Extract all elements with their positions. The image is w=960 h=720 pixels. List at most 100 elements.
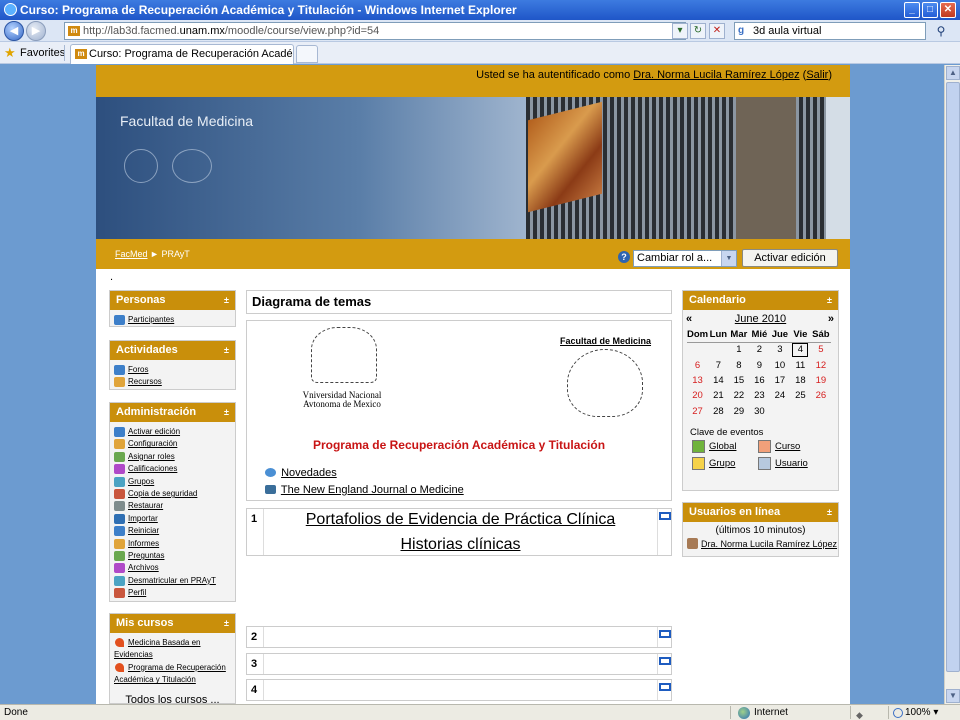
personas-item-link[interactable]: Participantes [128, 315, 174, 324]
calendar-day[interactable]: 17 [770, 373, 791, 388]
edit-mode-button[interactable]: Activar edición [742, 249, 838, 267]
calendar-day[interactable]: 25 [790, 388, 811, 403]
event-key-link[interactable]: Grupo [709, 458, 735, 469]
calendar-day-today[interactable]: 4 [790, 342, 811, 357]
actividades-item-link[interactable]: Recursos [128, 377, 162, 386]
all-courses-link[interactable]: Todos los cursos ... [125, 694, 219, 704]
search-icon[interactable]: ⚲ [930, 23, 952, 39]
security-zone[interactable]: Internet [738, 705, 788, 720]
calendar-day[interactable]: 16 [749, 373, 770, 388]
calendar-day[interactable]: 22 [729, 388, 750, 403]
collapse-icon[interactable]: ± [224, 614, 229, 633]
online-user-link[interactable]: Dra. Norma Lucila Ramírez López [701, 539, 837, 549]
calendar-day[interactable]: 15 [729, 373, 750, 388]
next-month-button[interactable]: » [828, 313, 834, 325]
collapse-icon[interactable]: ± [827, 291, 832, 310]
forward-button[interactable]: ▶ [26, 21, 46, 41]
calendar-day[interactable]: 23 [749, 388, 770, 403]
calendar-day[interactable]: 6 [687, 357, 708, 372]
calendar-day[interactable]: 20 [687, 388, 708, 403]
event-key-link[interactable]: Usuario [775, 458, 808, 469]
admin-item-link[interactable]: Restaurar [128, 501, 163, 510]
close-window-button[interactable]: ✕ [940, 2, 956, 18]
calendar-day[interactable]: 7 [708, 357, 729, 372]
admin-item-link[interactable]: Desmatricular en PRAyT [128, 576, 216, 585]
show-only-topic-icon[interactable] [659, 683, 671, 691]
calendar-day[interactable]: 2 [749, 342, 770, 357]
calendar-day[interactable]: 11 [790, 357, 811, 372]
course-link[interactable]: Programa de Recuperación [128, 663, 226, 672]
stop-icon[interactable]: ✕ [709, 23, 725, 39]
actividades-item-link[interactable]: Foros [128, 365, 148, 374]
calendar-day[interactable]: 26 [811, 388, 832, 403]
event-key-link[interactable]: Global [709, 441, 736, 452]
favorites-label[interactable]: Favorites [20, 47, 65, 59]
admin-item-link[interactable]: Archivos [128, 563, 159, 572]
minimize-button[interactable]: _ [904, 2, 920, 18]
auth-user-link[interactable]: Dra. Norma Lucila Ramírez López [633, 69, 799, 81]
admin-item-link[interactable]: Calificaciones [128, 464, 177, 473]
scroll-up-icon[interactable]: ▲ [946, 66, 960, 80]
event-key-swatch-icon[interactable] [692, 439, 705, 453]
collapse-icon[interactable]: ± [224, 291, 229, 310]
show-only-topic-icon[interactable] [659, 630, 671, 638]
course-link-cont[interactable]: Académica y Titulación [114, 675, 196, 684]
admin-item-link[interactable]: Preguntas [128, 551, 164, 560]
scroll-down-icon[interactable]: ▼ [946, 689, 960, 703]
calendar-month[interactable]: June 2010 [683, 313, 838, 325]
admin-item-link[interactable]: Asignar roles [128, 452, 175, 461]
course-link-cont[interactable]: Evidencias [114, 650, 153, 659]
admin-item-link[interactable]: Configuración [128, 439, 177, 448]
calendar-day[interactable]: 21 [708, 388, 729, 403]
browser-tab[interactable]: m Curso: Programa de Recuperación Académ… [70, 44, 294, 64]
calendar-day[interactable]: 13 [687, 373, 708, 388]
calendar-day[interactable]: 27 [687, 404, 708, 419]
admin-item-link[interactable]: Perfil [128, 588, 146, 597]
calendar-day[interactable]: 5 [811, 342, 832, 357]
calendar-day[interactable]: 1 [729, 342, 750, 357]
vertical-scrollbar[interactable]: ▲ ▼ [944, 65, 960, 704]
collapse-icon[interactable]: ± [224, 341, 229, 360]
news-forum-link[interactable]: Novedades [281, 467, 337, 479]
role-select[interactable]: Cambiar rol a... ▼ [633, 250, 737, 267]
collapse-icon[interactable]: ± [224, 403, 229, 422]
calendar-day[interactable]: 24 [770, 388, 791, 403]
calendar-day[interactable]: 9 [749, 357, 770, 372]
scroll-thumb[interactable] [946, 82, 960, 672]
back-button[interactable]: ◀ [4, 21, 24, 41]
event-key-link[interactable]: Curso [775, 441, 800, 452]
refresh-icon[interactable]: ↻ [690, 23, 706, 39]
calendar-day[interactable]: 29 [729, 404, 750, 419]
portafolios-link[interactable]: Portafolios de Evidencia de Práctica Clí… [306, 511, 616, 528]
calendar-day[interactable]: 30 [749, 404, 770, 419]
logout-link[interactable]: Salir [806, 69, 828, 81]
favorites-star-icon[interactable]: ★ [4, 46, 16, 59]
admin-item-link[interactable]: Copia de seguridad [128, 489, 197, 498]
admin-item-link[interactable]: Activar edición [128, 427, 180, 436]
admin-item-link[interactable]: Importar [128, 514, 158, 523]
show-only-topic-icon[interactable] [659, 657, 671, 665]
address-bar[interactable]: m http://lab3d.facmed.unam.mx/moodle/cou… [64, 22, 686, 40]
admin-item-link[interactable]: Informes [128, 539, 159, 548]
calendar-day[interactable]: 12 [811, 357, 832, 372]
new-tab-button[interactable] [296, 45, 318, 63]
event-key-swatch-icon[interactable] [758, 456, 771, 470]
calendar-day[interactable]: 28 [708, 404, 729, 419]
calendar-day[interactable]: 10 [770, 357, 791, 372]
maximize-button[interactable]: □ [922, 2, 938, 18]
calendar-day[interactable]: 14 [708, 373, 729, 388]
calendar-day[interactable]: 3 [770, 342, 791, 357]
collapse-icon[interactable]: ± [827, 503, 832, 522]
breadcrumb-home[interactable]: FacMed [115, 249, 148, 259]
historias-link[interactable]: Historias clínicas [400, 536, 520, 553]
calendar-day[interactable]: 8 [729, 357, 750, 372]
event-key-swatch-icon[interactable] [692, 456, 705, 470]
calendar-day[interactable]: 18 [790, 373, 811, 388]
event-key-swatch-icon[interactable] [758, 439, 771, 453]
address-dropdown-icon[interactable]: ▾ [672, 23, 688, 39]
search-input[interactable]: g 3d aula virtual [734, 22, 926, 40]
nejm-link[interactable]: The New England Journal o Medicine [281, 484, 464, 496]
course-link[interactable]: Medicina Basada en [128, 638, 201, 647]
zoom-control[interactable]: 100% ▾ [893, 705, 938, 720]
show-only-topic-icon[interactable] [659, 512, 671, 520]
